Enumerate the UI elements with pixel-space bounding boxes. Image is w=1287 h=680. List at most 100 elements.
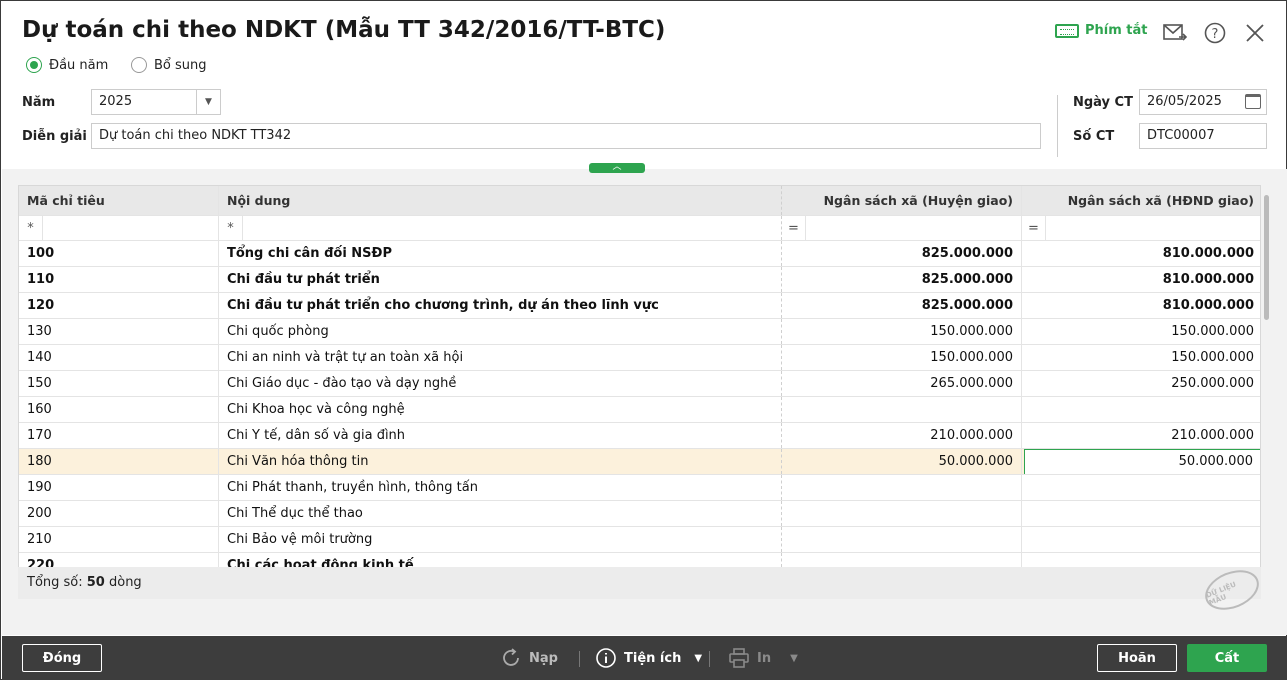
cell-ma-chi-tieu[interactable]: 150	[19, 371, 219, 396]
ngay-ct-input[interactable]: 26/05/2025	[1139, 89, 1267, 115]
cell-noi-dung[interactable]: Chi Bảo vệ môi trường	[219, 527, 782, 552]
cell-ma-chi-tieu[interactable]: 120	[19, 293, 219, 318]
so-ct-input[interactable]: DTC00007	[1139, 123, 1267, 149]
cell-huyen-giao[interactable]: 825.000.000	[782, 241, 1022, 266]
table-row[interactable]: 140 Chi an ninh và trật tự an toàn xã hội…	[19, 345, 1260, 371]
cell-huyen-giao[interactable]: 150.000.000	[782, 345, 1022, 370]
filter-operator[interactable]: =	[782, 216, 806, 240]
filter-noi-dung[interactable]: *	[219, 216, 782, 240]
header-noi-dung[interactable]: Nội dung	[219, 186, 782, 215]
cell-huyen-giao[interactable]: 825.000.000	[782, 267, 1022, 292]
filter-operator[interactable]: *	[19, 216, 43, 240]
filter-huyen-giao[interactable]: =	[782, 216, 1022, 240]
cell-ma-chi-tieu[interactable]: 210	[19, 527, 219, 552]
cell-hdnd-giao[interactable]: 50.000.000	[1022, 449, 1260, 474]
cell-noi-dung[interactable]: Chi an ninh và trật tự an toàn xã hội	[219, 345, 782, 370]
cell-huyen-giao[interactable]: 210.000.000	[782, 423, 1022, 448]
radio-bo-sung[interactable]: Bổ sung	[131, 57, 207, 73]
cell-ma-chi-tieu[interactable]: 140	[19, 345, 219, 370]
filter-operator[interactable]: *	[219, 216, 243, 240]
table-row[interactable]: 170 Chi Y tế, dân số và gia đình 210.000.0…	[19, 423, 1260, 449]
close-icon[interactable]	[1243, 21, 1267, 45]
cancel-button[interactable]: Hoãn	[1097, 644, 1177, 672]
header-hdnd-giao[interactable]: Ngân sách xã (HĐND giao)	[1022, 186, 1260, 215]
save-button[interactable]: Cất	[1187, 644, 1267, 672]
cell-noi-dung[interactable]: Tổng chi cân đối NSĐP	[219, 241, 782, 266]
cell-editor-input[interactable]: 50.000.000	[1024, 449, 1260, 474]
filter-ma-chi-tieu[interactable]: *	[19, 216, 219, 240]
cell-hdnd-giao[interactable]: 810.000.000	[1022, 241, 1260, 266]
cell-ma-chi-tieu[interactable]: 100	[19, 241, 219, 266]
close-button[interactable]: Đóng	[22, 644, 102, 672]
cell-noi-dung[interactable]: Chi Văn hóa thông tin	[219, 449, 782, 474]
cell-ma-chi-tieu[interactable]: 160	[19, 397, 219, 422]
chevron-down-icon[interactable]: ▼	[694, 653, 702, 664]
radio-dau-nam[interactable]: Đầu năm	[26, 57, 108, 73]
grid-footer: Tổng số: 50 dòng	[18, 567, 1261, 599]
cell-noi-dung[interactable]: Chi Giáo dục - đào tạo và dạy nghề	[219, 371, 782, 396]
scrollbar-thumb[interactable]	[1264, 195, 1269, 320]
cell-ma-chi-tieu[interactable]: 170	[19, 423, 219, 448]
cell-ma-chi-tieu[interactable]: 130	[19, 319, 219, 344]
cell-hdnd-giao[interactable]	[1022, 527, 1260, 552]
chevron-down-icon[interactable]: ▼	[196, 90, 220, 114]
table-row[interactable]: 160 Chi Khoa học và công nghệ	[19, 397, 1260, 423]
table-row[interactable]: 110 Chi đầu tư phát triển 825.000.000 810.0…	[19, 267, 1260, 293]
dialog-title: Dự toán chi theo NDKT (Mẫu TT 342/2016/T…	[22, 17, 666, 43]
table-row[interactable]: 130 Chi quốc phòng 150.000.000 150.000.000	[19, 319, 1260, 345]
utility-button[interactable]: Tiện ích ▼	[595, 645, 702, 671]
cell-ma-chi-tieu[interactable]: 110	[19, 267, 219, 292]
cell-huyen-giao[interactable]	[782, 397, 1022, 422]
cell-hdnd-giao[interactable]: 150.000.000	[1022, 319, 1260, 344]
cell-hdnd-giao[interactable]: 810.000.000	[1022, 267, 1260, 292]
table-row[interactable]: 200 Chi Thể dục thể thao	[19, 501, 1260, 527]
budget-grid: Mã chỉ tiêu Nội dung Ngân sách xã (Huyện…	[18, 185, 1261, 599]
header-ma-chi-tieu[interactable]: Mã chỉ tiêu	[19, 186, 219, 215]
cell-huyen-giao[interactable]: 50.000.000	[782, 449, 1022, 474]
chevron-down-icon[interactable]: ▼	[790, 653, 798, 664]
cell-noi-dung[interactable]: Chi đầu tư phát triển	[219, 267, 782, 292]
so-ct-value: DTC00007	[1147, 128, 1215, 143]
cell-huyen-giao[interactable]	[782, 475, 1022, 500]
cell-noi-dung[interactable]: Chi Y tế, dân số và gia đình	[219, 423, 782, 448]
table-row[interactable]: 100 Tổng chi cân đối NSĐP 825.000.000 810.0…	[19, 241, 1260, 267]
filter-hdnd-giao[interactable]: =	[1022, 216, 1260, 240]
cell-noi-dung[interactable]: Chi đầu tư phát triển cho chương trình, …	[219, 293, 782, 318]
print-button[interactable]: In ▼	[728, 645, 798, 671]
collapse-header-button[interactable]: ︿	[589, 163, 645, 173]
table-row[interactable]: 150 Chi Giáo dục - đào tạo và dạy nghề 265…	[19, 371, 1260, 397]
cell-ma-chi-tieu[interactable]: 190	[19, 475, 219, 500]
calendar-icon[interactable]	[1245, 94, 1261, 109]
table-row[interactable]: 180 Chi Văn hóa thông tin 50.000.000 50.000…	[19, 449, 1260, 475]
cell-hdnd-giao[interactable]: 810.000.000	[1022, 293, 1260, 318]
cell-hdnd-giao[interactable]	[1022, 397, 1260, 422]
cell-noi-dung[interactable]: Chi quốc phòng	[219, 319, 782, 344]
cell-hdnd-giao[interactable]: 150.000.000	[1022, 345, 1260, 370]
cell-huyen-giao[interactable]: 150.000.000	[782, 319, 1022, 344]
cell-hdnd-giao[interactable]	[1022, 475, 1260, 500]
cell-ma-chi-tieu[interactable]: 200	[19, 501, 219, 526]
cell-huyen-giao[interactable]: 825.000.000	[782, 293, 1022, 318]
cell-hdnd-giao[interactable]	[1022, 501, 1260, 526]
table-row[interactable]: 190 Chi Phát thanh, truyền hình, thông tấ…	[19, 475, 1260, 501]
cell-noi-dung[interactable]: Chi Phát thanh, truyền hình, thông tấn	[219, 475, 782, 500]
cell-huyen-giao[interactable]: 265.000.000	[782, 371, 1022, 396]
cell-hdnd-giao[interactable]: 250.000.000	[1022, 371, 1260, 396]
table-row[interactable]: 210 Chi Bảo vệ môi trường	[19, 527, 1260, 553]
cell-huyen-giao[interactable]	[782, 501, 1022, 526]
table-row[interactable]: 120 Chi đầu tư phát triển cho chương trìn…	[19, 293, 1260, 319]
mail-forward-icon[interactable]	[1163, 21, 1187, 45]
shortcut-link[interactable]: Phím tắt	[1055, 23, 1148, 38]
grid-scrollbar[interactable]	[1262, 185, 1272, 599]
cell-noi-dung[interactable]: Chi Khoa học và công nghệ	[219, 397, 782, 422]
filter-operator[interactable]: =	[1022, 216, 1046, 240]
dien-giai-input[interactable]: Dự toán chi theo NDKT TT342	[91, 123, 1041, 149]
header-huyen-giao[interactable]: Ngân sách xã (Huyện giao)	[782, 186, 1022, 215]
cell-noi-dung[interactable]: Chi Thể dục thể thao	[219, 501, 782, 526]
cell-hdnd-giao[interactable]: 210.000.000	[1022, 423, 1260, 448]
nam-select[interactable]: 2025 ▼	[91, 89, 221, 115]
help-icon[interactable]: ?	[1203, 21, 1227, 45]
reload-button[interactable]: Nạp	[500, 645, 558, 671]
cell-huyen-giao[interactable]	[782, 527, 1022, 552]
cell-ma-chi-tieu[interactable]: 180	[19, 449, 219, 474]
